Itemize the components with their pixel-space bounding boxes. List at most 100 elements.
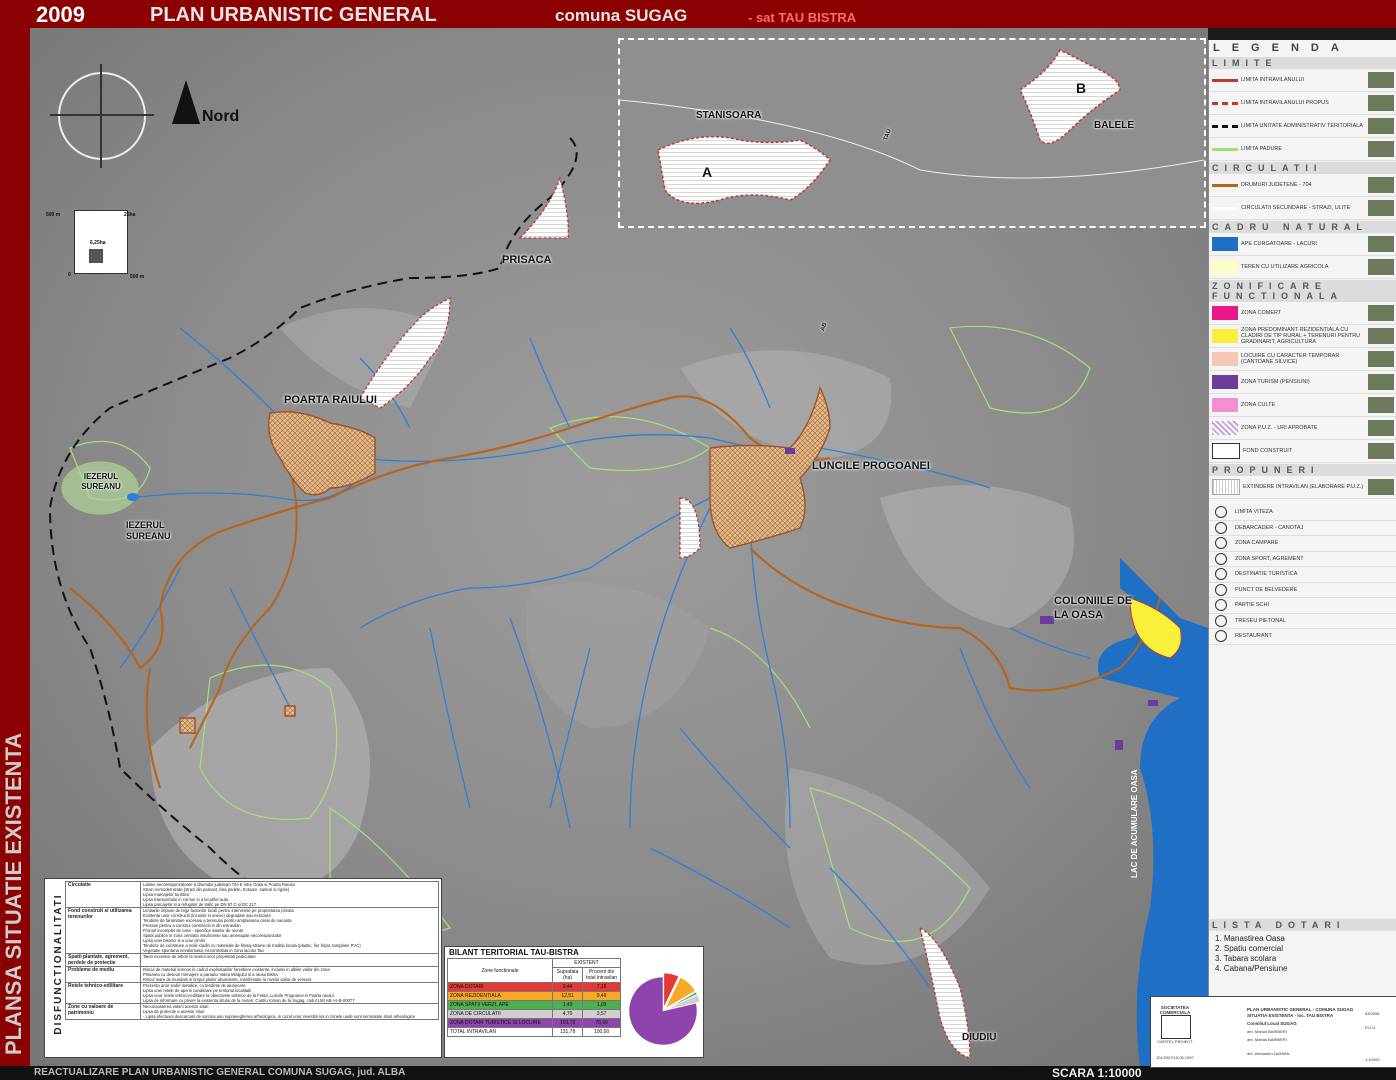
legend-photo	[1368, 443, 1394, 459]
legend-swatch	[1212, 183, 1238, 187]
legend-label: LIMITA UNITATE ADMINISTRATIV TERITORIALA	[1241, 123, 1363, 129]
legend-label: ZONA CULTE	[1241, 402, 1276, 408]
legend-symbol-icon	[1215, 614, 1227, 627]
legend-item: FOND CONSTRUIT	[1209, 440, 1396, 463]
legend-label: CIRCULATII SECUNDARE - STRAZI, ULITE	[1241, 205, 1351, 211]
tb-faza: P.U.G.	[1365, 1025, 1377, 1030]
legend-title: LEGENDA	[1213, 42, 1351, 54]
place-luncile-progoanei: LUNCILE PROGOANEI	[812, 460, 930, 472]
inset-svg	[619, 48, 1205, 205]
disfunc-row: Zone cu valoare de patrimoniu Necunoaster…	[65, 1003, 439, 1020]
tb-proiectat: arh. Marius BARBIERI	[1247, 1037, 1287, 1042]
scale-top-left: 500 m	[46, 212, 61, 218]
disfunc-lines: Taieri excesive de arbori la nivelul uno…	[140, 953, 439, 967]
legend-swatch	[1212, 443, 1240, 459]
legend-symbol-item: PARTIE SCHI	[1209, 598, 1396, 614]
disfunc-row: Retele tehnico-edilitare Prezenta unor so…	[65, 982, 439, 1004]
legend-photo	[1368, 177, 1394, 193]
tb-scara: 1:10000	[1365, 1057, 1380, 1062]
legend-photo	[1368, 141, 1394, 157]
disfunc-line: Taieri excesive de arbori la nivelul uno…	[143, 954, 256, 959]
legend-label: ZONA P.U.Z. - URI APROBATE	[1241, 425, 1318, 431]
bilant-group: EXISTENT	[552, 958, 621, 968]
bilant-row: ZONA DOTARI TURISTICE SI LOCUIRE 103,70 78…	[447, 1018, 621, 1028]
disfunc-line: Lipsa de informare cu privire la existen…	[143, 998, 355, 1003]
legend-symbol-icon	[1215, 521, 1227, 534]
legend-section-head: ZONIFICARE FUNCTIONALA	[1209, 280, 1396, 302]
tourism-zone	[1040, 616, 1054, 624]
legend-photo	[1368, 420, 1394, 436]
legend-item: LIMITA INTRAVILANULUI	[1209, 69, 1396, 92]
legend-panel: LEGENDA LIMITE LIMITA INTRAVILANULUI LIMIT…	[1208, 40, 1396, 1066]
legend-swatch	[1212, 101, 1238, 105]
bilant-cell-pct: 9,49	[582, 991, 621, 1001]
disfunc-line: Riscul mare de inundatii in timpul ploil…	[143, 977, 312, 982]
inset-label-b: B	[1076, 80, 1087, 96]
legend-item: TEREN CU UTILIZARE AGRICOLA	[1209, 256, 1396, 279]
bilant-col-pct: Procent din total intravilan	[582, 967, 621, 983]
lista-dotari-list: 1. Manastirea Oasa 2. Spatiu comercial 3. …	[1209, 931, 1396, 977]
legend-symbol-icon	[1215, 552, 1227, 565]
disfunc-lines: Latime necorespunzatoare a drumului jude…	[140, 881, 439, 908]
bilant-cell-area: 12,51	[551, 991, 584, 1001]
legend-symbol-icon	[1215, 506, 1227, 519]
lista-dotari-item: 4. Cabana/Pensiune	[1215, 964, 1288, 973]
legend-symbol-item: RESTAURANT	[1209, 629, 1396, 645]
bilant-title: BILANT TERITORIAL TAU-BISTRA	[449, 948, 579, 957]
bilant-row: ZONA DOTARI 9,44 7,16	[447, 982, 621, 992]
disfunc-category: Circulatie	[65, 881, 141, 908]
bilant-cell-area: 4,70	[551, 1009, 584, 1019]
legend-item: APE CURGATOARE - LACURI	[1209, 233, 1396, 256]
legend-label: APE CURGATOARE - LACURI	[1241, 241, 1317, 247]
disfunc-lines: Riscul de material lemnos in cadrul expl…	[140, 966, 439, 983]
disfunc-lines: Limitarile impuse de lege factorilor loc…	[140, 907, 439, 954]
legend-photo	[1368, 397, 1394, 413]
legend-swatch	[1212, 306, 1238, 320]
legend-photo	[1368, 351, 1394, 367]
bilant-row: ZONA SPATII VERZI, APE 1,43 1,09	[447, 1000, 621, 1010]
legend-swatch	[1212, 237, 1238, 251]
bilant-row: ZONA REZIDENTIALA 12,51 9,49	[447, 991, 621, 1001]
legend-label: LIMITA INTRAVILANULUI	[1241, 77, 1305, 83]
legend-label: LOCUIRE CU CARACTER TEMPORAR (CANTOANE S…	[1241, 353, 1340, 365]
legend-symbol-icon	[1215, 630, 1227, 643]
bilant-col-area: Suprafata (ha)	[551, 967, 584, 983]
legend-swatch	[1212, 375, 1238, 389]
inset-label-stanisoara: STANISOARA	[696, 110, 762, 121]
disfunc-category: Retele tehnico-edilitare	[65, 982, 141, 1004]
bilant-cell-area: 9,44	[551, 982, 584, 992]
legend-symbol-label: ZONA SPORT, AGREMENT	[1235, 555, 1304, 562]
disfunc-lines: Prezenta unor sodiri metalice, cu tendin…	[140, 982, 439, 1004]
legend-photo	[1368, 95, 1394, 111]
title-commune: comuna SUGAG	[555, 6, 688, 25]
bilant-table: Zone functionale EXISTENT Suprafata (ha) P…	[447, 958, 621, 1037]
legend-label: LIMITA PADURE	[1241, 146, 1283, 152]
legend-symbols: LIMITA VITEZA DEBARCADER - CANOTAJ ZONA CA…	[1209, 505, 1396, 645]
legend-swatch	[1212, 124, 1238, 128]
footer-text: REACTUALIZARE PLAN URBANISTIC GENERAL CO…	[34, 1067, 406, 1078]
legend-swatch	[1212, 421, 1238, 435]
bilant-cell-area: 103,70	[551, 1018, 584, 1028]
legend-symbol-item: PUNCT DE BELVEDERE	[1209, 583, 1396, 598]
disfunc-category: Fond construit si utilizarea terenurilor	[65, 907, 141, 954]
disfunc-row: Probleme de mediu Riscul de material lemn…	[65, 966, 439, 983]
legend-photo	[1368, 118, 1394, 134]
legend-symbol-item: DESTINATIE TURISTICA	[1209, 567, 1396, 583]
bilant-cell-zone: ZONA DOTARI TURISTICE SI LOCUIRE	[447, 1018, 553, 1028]
legend-photo	[1368, 328, 1394, 344]
legend-photo	[1368, 236, 1394, 252]
map-scale-label: SCARA 1:10000	[1052, 1066, 1142, 1080]
legend-symbol-item: LIMITA VITEZA	[1209, 505, 1396, 521]
legend-item: LIMITA UNITATE ADMINISTRATIV TERITORIALA	[1209, 115, 1396, 138]
place-iezerul-lake: IEZERUL SUREANU	[81, 472, 121, 491]
tb-beneficiar: Consiliul Local SUGAG	[1247, 1021, 1297, 1026]
lista-dotari-item: 3. Tabara scolara	[1215, 954, 1277, 963]
legend-item: ZONA P.U.Z. - URI APROBATE	[1209, 417, 1396, 440]
legend-item: CIRCULATII SECUNDARE - STRAZI, ULITE	[1209, 197, 1396, 220]
disfunc-category: Probleme de mediu	[65, 966, 141, 983]
legend-photo	[1368, 72, 1394, 88]
place-coloniile-oasa: COLONIILE DE LA OASA	[1054, 595, 1133, 621]
inset-map[interactable]: STANISOARA A B BALELE TAU	[618, 38, 1206, 228]
place-iezerul-village: IEZERUL SUREANU	[126, 520, 171, 541]
disfunc-row: Circulatie Latime necorespunzatoare a dru…	[65, 881, 439, 908]
